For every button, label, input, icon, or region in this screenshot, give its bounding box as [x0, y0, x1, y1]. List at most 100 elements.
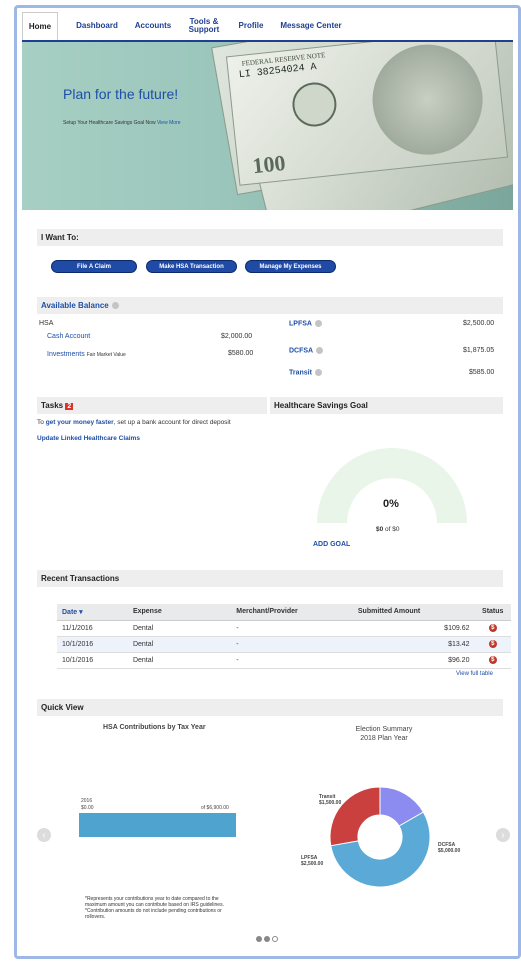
tab-home[interactable]: Home: [22, 12, 58, 40]
goal-percent: 0%: [383, 498, 399, 510]
tasks-count-badge: 2: [65, 403, 74, 410]
dcfsa-link[interactable]: DCFSA: [289, 347, 313, 354]
lpfsa-value: $2,500.00: [463, 320, 495, 327]
file-claim-button[interactable]: File A Claim: [51, 260, 137, 273]
hero-banner: FEDERAL RESERVE NOTE LI 38254024 A 100 P…: [22, 42, 513, 210]
available-balance-title: Available Balance: [41, 301, 109, 310]
amount-column-header: Submitted Amount: [352, 604, 475, 621]
info-icon[interactable]: [314, 369, 322, 376]
investments-value: $580.00: [228, 350, 254, 357]
transactions-table: Date ▾ Expense Merchant/Provider Submitt…: [57, 604, 511, 669]
dollar-status-icon[interactable]: $: [488, 624, 497, 632]
election-chart-title: Election Summary: [355, 726, 413, 733]
info-icon[interactable]: [111, 302, 119, 310]
transit-row: Transit: [289, 369, 322, 376]
hsa-year-label: 2016: [81, 798, 93, 804]
portrait-icon: [367, 42, 489, 161]
row-status: $: [474, 652, 511, 669]
dollar-status-icon[interactable]: $: [488, 656, 497, 664]
recent-transactions-heading: Recent Transactions: [37, 570, 503, 587]
tab-message-center[interactable]: Message Center: [277, 12, 345, 40]
row-status: $: [474, 620, 511, 637]
gauge-track: [317, 448, 467, 523]
hsa-contribution-bar: [79, 813, 236, 837]
hero-subtitle: Setup Your Healthcare Savings Goal Now V…: [63, 120, 180, 126]
dcfsa-row: DCFSA: [289, 347, 324, 354]
hero-subtitle-text: Setup Your Healthcare Savings Goal Now: [63, 120, 156, 126]
bill-denomination: 100: [251, 149, 287, 179]
tasks-title: Tasks: [41, 401, 64, 410]
app-frame: Home Dashboard Accounts Tools & Support …: [14, 5, 521, 959]
row-merchant: -: [231, 620, 353, 637]
table-row[interactable]: 10/1/2016 Dental - $96.20 $: [57, 652, 511, 669]
election-chart-subtitle: 2018 Plan Year: [360, 735, 408, 742]
row-expense: Dental: [127, 620, 232, 637]
row-date: 10/1/2016: [57, 652, 128, 669]
task-text: , set up a bank account for direct depos…: [113, 419, 231, 426]
goal-amount-value: $0: [376, 526, 384, 533]
task-direct-deposit: To get your money faster, set up a bank …: [37, 419, 231, 426]
task-text: To: [37, 419, 44, 426]
row-date: 11/1/2016: [57, 620, 128, 637]
fair-market-value-label: Fair Market Value: [86, 352, 126, 358]
row-amount: $96.20: [352, 652, 475, 669]
carousel-pagination: [255, 935, 279, 944]
seal-icon: [290, 80, 339, 129]
tab-accounts[interactable]: Accounts: [132, 12, 174, 40]
savings-goal-gauge: [317, 448, 467, 523]
goal-of-text: of $0: [385, 526, 400, 533]
tab-profile[interactable]: Profile: [234, 12, 268, 40]
page-dot[interactable]: [264, 936, 270, 942]
merchant-column-header: Merchant/Provider: [231, 604, 353, 621]
election-donut-chart: [329, 786, 431, 888]
row-merchant: -: [231, 652, 353, 669]
cash-account-link[interactable]: Cash Account: [47, 333, 90, 340]
status-column-header: Status: [474, 604, 511, 621]
tasks-heading: Tasks 2: [37, 397, 267, 414]
investments-link[interactable]: Investments: [47, 351, 85, 358]
table-row[interactable]: 10/1/2016 Dental - $13.42 $: [57, 636, 511, 653]
lpfsa-slice-label: LPFSA $2,500.00: [301, 855, 323, 867]
make-hsa-transaction-button[interactable]: Make HSA Transaction: [146, 260, 237, 273]
view-more-link[interactable]: View More: [157, 120, 181, 126]
info-icon[interactable]: [314, 320, 322, 327]
lpfsa-link[interactable]: LPFSA: [289, 320, 312, 327]
expense-column-header: Expense: [127, 604, 232, 621]
contributions-footnote: *Represents your contributions year to d…: [85, 896, 224, 920]
page-dot[interactable]: [256, 936, 262, 942]
dcfsa-value: $1,875.05: [463, 347, 495, 354]
carousel-next-button[interactable]: ›: [496, 828, 510, 842]
page-dot[interactable]: [272, 936, 278, 942]
cash-account-value: $2,000.00: [221, 333, 253, 340]
tab-tools-support[interactable]: Tools & Support: [186, 12, 222, 40]
row-merchant: -: [231, 636, 353, 653]
carousel-prev-button[interactable]: ‹: [37, 828, 51, 842]
lpfsa-row: LPFSA: [289, 320, 322, 327]
table-row[interactable]: 11/1/2016 Dental - $109.62 $: [57, 620, 511, 637]
hsa-max-label: of $6,900.00: [201, 805, 229, 811]
row-date: 10/1/2016: [57, 636, 128, 653]
sort-down-icon: ▾: [79, 608, 83, 616]
dollar-status-icon[interactable]: $: [488, 640, 497, 648]
tab-dashboard[interactable]: Dashboard: [72, 12, 122, 40]
main-nav: Home Dashboard Accounts Tools & Support …: [22, 12, 513, 42]
hero-title: Plan for the future!: [63, 86, 179, 102]
update-linked-claims-link[interactable]: Update Linked Healthcare Claims: [37, 435, 140, 442]
date-column-header[interactable]: Date ▾: [57, 604, 128, 621]
dcfsa-amount: $5,000.00: [438, 848, 461, 854]
view-full-table-link[interactable]: View full table: [456, 671, 493, 677]
dcfsa-slice-label: DCFSA $5,000.00: [438, 842, 460, 854]
transit-value: $585.00: [469, 369, 495, 376]
table-header-row: Date ▾ Expense Merchant/Provider Submitt…: [57, 604, 511, 621]
date-column-label: Date: [62, 608, 78, 616]
info-icon[interactable]: [316, 347, 324, 354]
available-balance-heading: Available Balance: [37, 297, 503, 314]
chevron-left-icon: ‹: [42, 829, 46, 841]
row-expense: Dental: [127, 636, 232, 653]
transit-link[interactable]: Transit: [289, 369, 312, 376]
add-goal-link[interactable]: ADD GOAL: [313, 541, 350, 548]
get-money-faster-link[interactable]: get your money faster: [46, 419, 114, 426]
savings-goal-heading: Healthcare Savings Goal: [270, 397, 503, 414]
chevron-right-icon: ›: [501, 829, 505, 841]
manage-expenses-button[interactable]: Manage My Expenses: [245, 260, 336, 273]
